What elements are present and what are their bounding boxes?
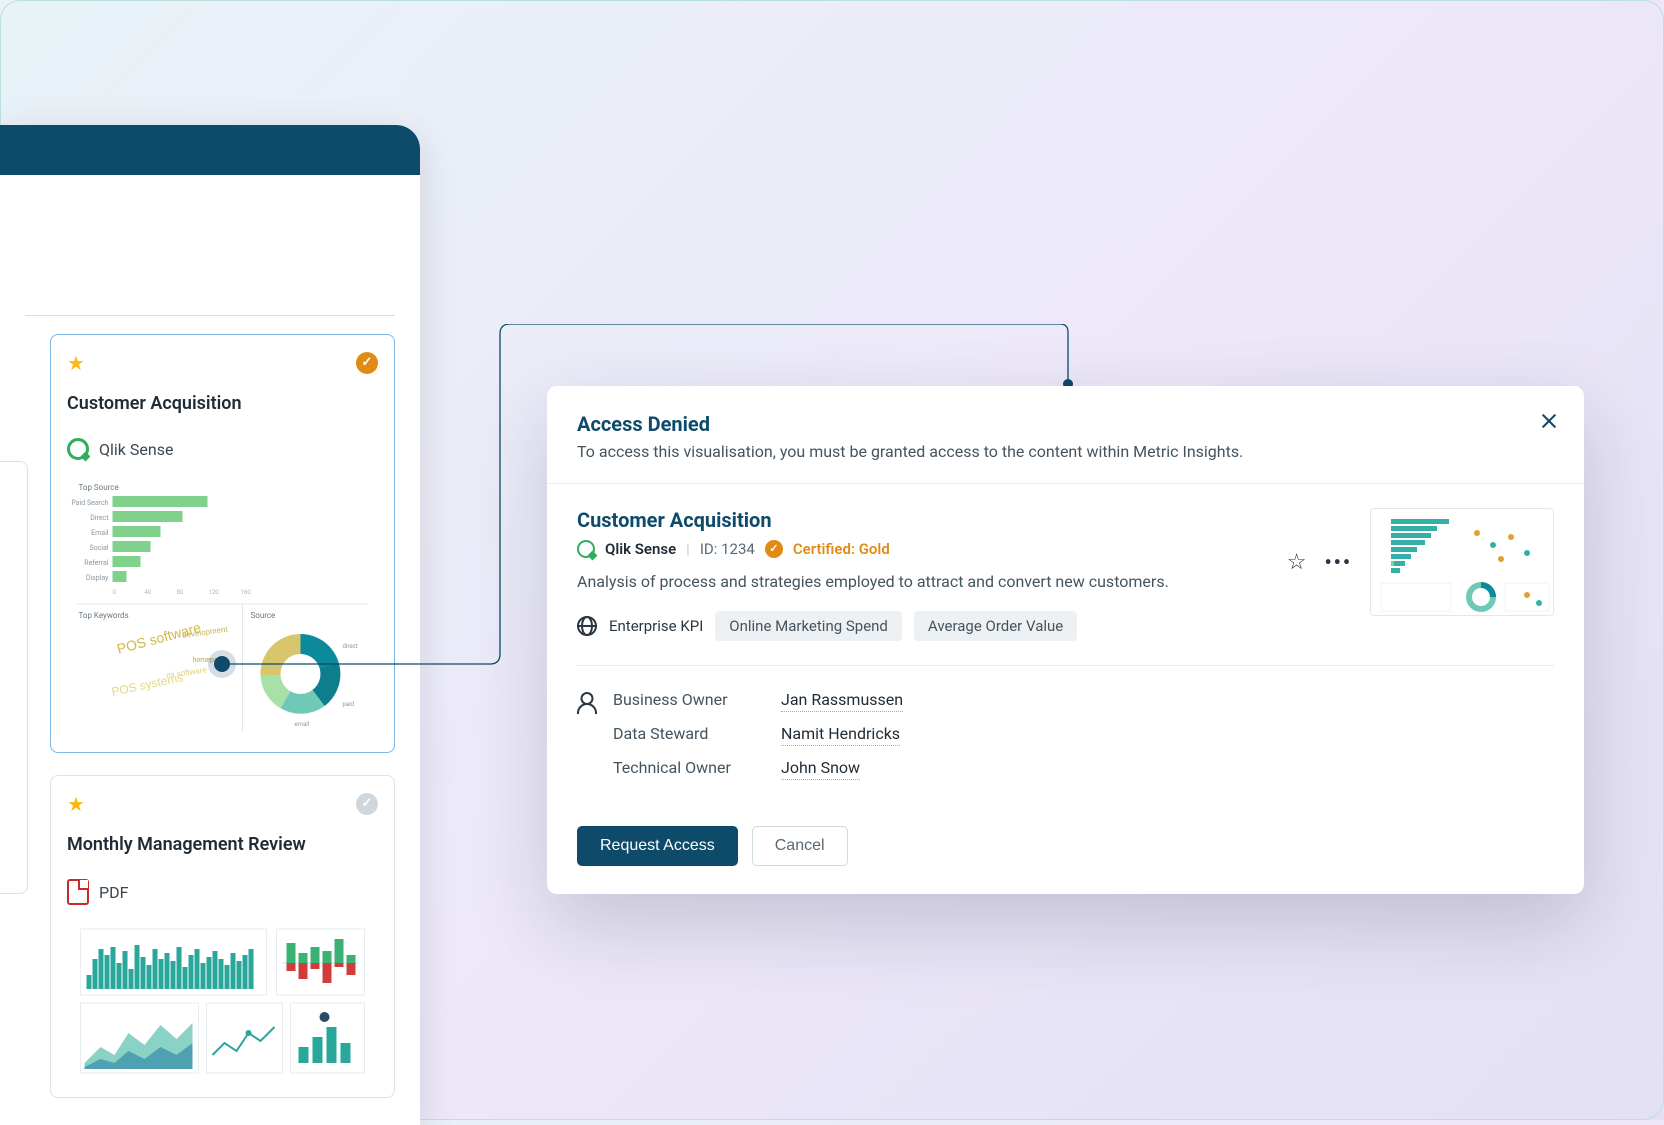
svg-text:40: 40 [145,589,152,596]
person-icon [577,692,597,712]
modal-title: Access Denied [577,412,1554,436]
pdf-icon [67,879,89,905]
svg-text:paid: paid [343,701,354,708]
role-label: Data Steward [613,724,763,746]
section-divider [25,315,395,316]
catalog-card[interactable]: ★ Customer Acquisition Qlik Sense Top So… [50,334,395,753]
svg-text:80: 80 [177,589,184,596]
svg-text:Direct: Direct [90,514,109,522]
qlik-icon [67,438,89,460]
tag-chip[interactable]: Average Order Value [914,611,1077,641]
card-thumbnail [67,921,378,1081]
role-value[interactable]: Jan Rassmussen [781,690,903,712]
certified-badge-icon [356,793,378,815]
star-icon[interactable]: ★ [67,351,85,375]
asset-meta-row: Qlik Sense | ID: 1234 Certified: Gold [577,540,1261,558]
roles-table: Business Owner Jan Rassmussen Data Stewa… [613,690,1554,780]
svg-text:120: 120 [209,589,220,596]
connector-start-node [214,656,230,672]
section-divider [577,665,1554,666]
svg-text:Top Keywords: Top Keywords [79,611,129,620]
svg-text:mi software: mi software [166,665,208,680]
role-label: Business Owner [613,690,763,712]
favorite-icon[interactable]: ☆ [1287,550,1307,575]
kpi-label: Enterprise KPI [609,617,703,635]
svg-text:Email: Email [91,529,109,537]
certified-badge-icon [356,352,378,374]
star-icon[interactable]: ★ [67,792,85,816]
certified-label: Certified: Gold [793,540,890,558]
role-label: Technical Owner [613,758,763,780]
role-value[interactable]: Namit Hendricks [781,724,900,746]
asset-id: ID: 1234 [700,540,755,558]
svg-text:Social: Social [89,544,108,552]
svg-text:160: 160 [241,589,252,596]
asset-thumbnail [1370,508,1554,616]
svg-text:0: 0 [113,589,117,596]
card-source-label: Qlik Sense [99,440,173,459]
close-icon[interactable] [1538,410,1560,432]
svg-text:Paid Search: Paid Search [71,499,108,507]
cancel-button[interactable]: Cancel [752,826,848,866]
card-source-label: PDF [99,883,128,902]
tag-chip[interactable]: Online Marketing Spend [715,611,902,641]
window-titlebar [0,125,420,175]
asset-title: Customer Acquisition [577,508,1261,532]
svg-text:Top Source: Top Source [79,483,119,492]
asset-source: Qlik Sense [605,540,676,558]
catalog-card[interactable]: ★ Monthly Management Review PDF [50,775,395,1098]
catalog-window: ★ Customer Acquisition Qlik Sense Top So… [0,125,420,1125]
request-access-button[interactable]: Request Access [577,826,738,866]
access-denied-modal: Access Denied To access this visualisati… [547,386,1584,894]
svg-text:Referral: Referral [84,559,109,567]
card-title: Monthly Management Review [67,834,378,855]
card-sliver [0,461,28,894]
modal-subtitle: To access this visualisation, you must b… [577,442,1554,461]
more-icon[interactable]: ••• [1324,550,1352,574]
svg-text:Display: Display [86,574,109,582]
card-thumbnail: Top Source Paid Search Direct Email [67,476,378,736]
certified-badge-icon [765,540,783,558]
role-value[interactable]: John Snow [781,758,860,780]
globe-icon [577,616,597,636]
svg-text:direct: direct [343,643,358,650]
card-title: Customer Acquisition [67,393,378,414]
svg-text:Source: Source [251,611,276,620]
qlik-icon [577,540,595,558]
asset-description: Analysis of process and strategies emplo… [577,572,1261,591]
svg-text:email: email [295,721,310,728]
